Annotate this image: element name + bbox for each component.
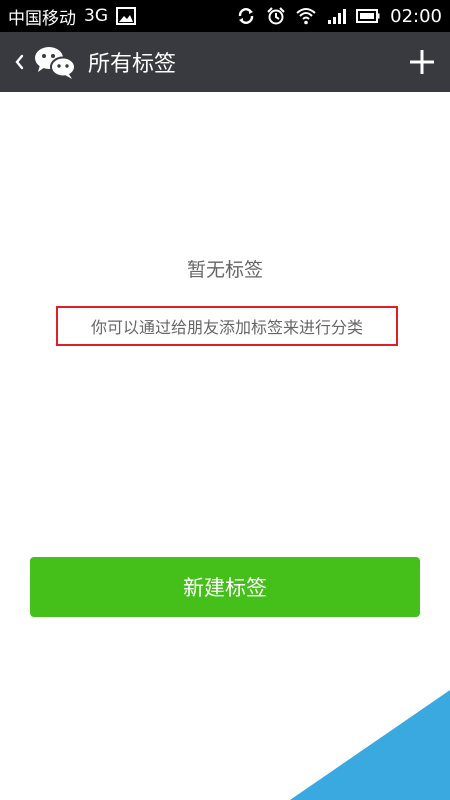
empty-state-title: 暂无标签 bbox=[186, 259, 263, 281]
add-tag-button[interactable] bbox=[404, 44, 440, 80]
plus-icon bbox=[410, 50, 434, 74]
wechat-logo-icon bbox=[34, 45, 76, 79]
status-right: 02:00 bbox=[236, 6, 442, 27]
status-left: 中国移动 3G bbox=[8, 4, 136, 29]
status-time: 02:00 bbox=[390, 5, 442, 27]
battery-icon bbox=[356, 7, 380, 25]
empty-state-hint: 你可以通过给朋友添加标签来进行分类 bbox=[90, 318, 363, 337]
status-bar: 中国移动 3G 02:00 bbox=[0, 0, 450, 32]
hint-highlight-box: 你可以通过给朋友添加标签来进行分类 bbox=[56, 306, 398, 346]
alarm-icon bbox=[266, 7, 286, 25]
back-button[interactable] bbox=[10, 50, 28, 74]
back-icon bbox=[15, 54, 24, 70]
sync-icon bbox=[236, 7, 256, 25]
app-bar: 所有标签 bbox=[0, 32, 450, 92]
corner-decoration bbox=[290, 690, 450, 800]
carrier-name: 中国移动 bbox=[8, 8, 76, 29]
signal-icon bbox=[326, 7, 347, 25]
wifi-icon bbox=[296, 7, 316, 25]
new-tag-button[interactable]: 新建标签 bbox=[30, 557, 420, 617]
page-title: 所有标签 bbox=[88, 52, 177, 77]
image-icon bbox=[116, 7, 136, 25]
network-type: 3G bbox=[84, 6, 108, 26]
